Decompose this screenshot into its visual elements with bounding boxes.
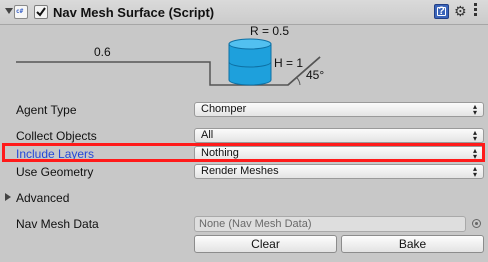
component-enabled-checkbox[interactable] bbox=[34, 5, 48, 19]
dropdown-arrows-icon: ▴ ▾ bbox=[472, 128, 477, 143]
agent-type-value: Chomper bbox=[201, 103, 247, 115]
height-label: H = 1 bbox=[274, 56, 303, 70]
agent-type-dropdown[interactable]: Chomper ▴ ▾ bbox=[194, 102, 484, 117]
collect-objects-label: Collect Objects bbox=[16, 129, 97, 143]
nav-mesh-data-field[interactable]: None (Nav Mesh Data) bbox=[194, 216, 466, 232]
agent-cylinder-icon bbox=[228, 38, 272, 86]
checkmark-icon bbox=[36, 7, 46, 17]
nav-mesh-data-label: Nav Mesh Data bbox=[16, 217, 99, 231]
clear-button[interactable]: Clear bbox=[194, 235, 337, 253]
include-layers-value: Nothing bbox=[201, 147, 239, 159]
dropdown-arrows-icon: ▴ ▾ bbox=[472, 146, 477, 161]
agent-type-label: Agent Type bbox=[16, 103, 77, 117]
script-icon: c# bbox=[14, 5, 28, 19]
use-geometry-value: Render Meshes bbox=[201, 165, 279, 177]
step-height-label: 0.6 bbox=[94, 45, 111, 59]
radius-label: R = 0.5 bbox=[250, 25, 289, 38]
slope-angle-arc bbox=[295, 76, 301, 86]
dropdown-arrows-icon: ▴ ▾ bbox=[472, 164, 477, 179]
use-geometry-label: Use Geometry bbox=[16, 165, 94, 179]
collect-objects-value: All bbox=[201, 129, 214, 141]
component-title: Nav Mesh Surface (Script) bbox=[53, 5, 215, 20]
bake-button[interactable]: Bake bbox=[341, 235, 484, 253]
advanced-foldout-label[interactable]: Advanced bbox=[16, 191, 69, 205]
advanced-foldout-arrow-icon[interactable] bbox=[5, 193, 11, 201]
use-geometry-dropdown[interactable]: Render Meshes ▴ ▾ bbox=[194, 164, 484, 179]
component-header: c# Nav Mesh Surface (Script) ? ⚙ bbox=[0, 0, 488, 25]
foldout-arrow-icon[interactable] bbox=[5, 8, 13, 14]
dropdown-arrows-icon: ▴ ▾ bbox=[472, 102, 477, 117]
context-menu-icon[interactable] bbox=[473, 3, 479, 18]
include-layers-dropdown[interactable]: Nothing ▴ ▾ bbox=[194, 146, 484, 161]
collect-objects-dropdown[interactable]: All ▴ ▾ bbox=[194, 128, 484, 143]
preset-gear-icon[interactable]: ⚙ bbox=[454, 3, 467, 20]
help-icon[interactable]: ? bbox=[434, 4, 449, 19]
help-icon-text: ? bbox=[438, 5, 445, 17]
agent-diagram: 0.6 R = 0.5 H = 1 45° bbox=[16, 25, 324, 86]
script-icon-text: c# bbox=[16, 8, 24, 15]
max-slope-label: 45° bbox=[306, 68, 324, 82]
object-picker-icon[interactable] bbox=[472, 219, 481, 228]
include-layers-label: Include Layers bbox=[16, 147, 95, 161]
